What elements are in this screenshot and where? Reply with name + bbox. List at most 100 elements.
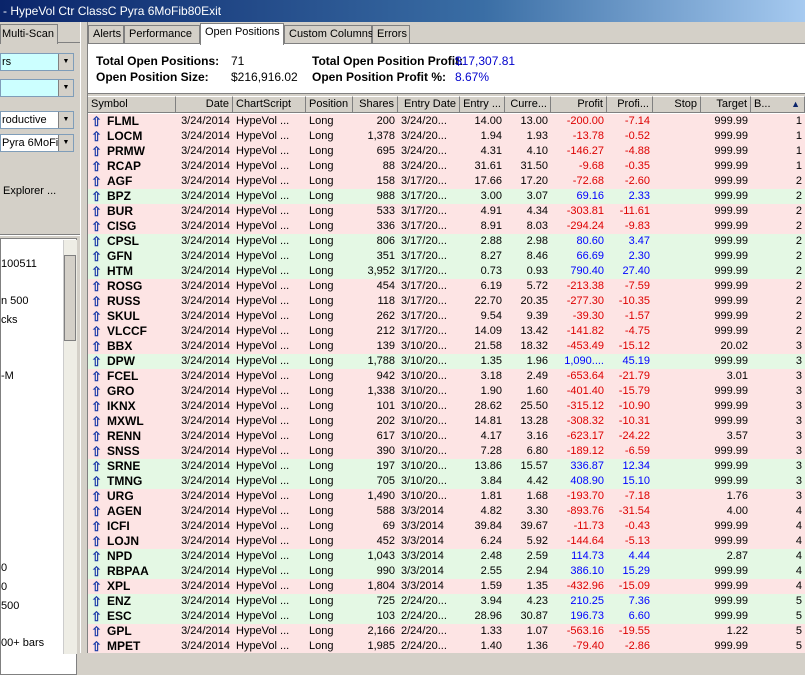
tab-multi-scan[interactable]: Multi-Scan (0, 24, 58, 44)
table-row[interactable]: ⇧ MXWL 3/24/2014 HypeVol ... Long 202 3/10/20.… (88, 414, 805, 429)
dataset-combo[interactable]: rs ▼ (0, 53, 74, 71)
list-item[interactable]: 500 (1, 600, 19, 612)
chevron-down-icon[interactable]: ▼ (58, 135, 73, 151)
table-row[interactable]: ⇧ SKUL 3/24/2014 HypeVol ... Long 262 3/17/20.… (88, 309, 805, 324)
current-price-header[interactable]: Curre... (505, 96, 551, 113)
table-row[interactable]: ⇧ RBPAA 3/24/2014 HypeVol ... Long 990 3/3/201… (88, 564, 805, 579)
profit-pct-value: 8.67% (455, 70, 490, 84)
table-row[interactable]: ⇧ ESC 3/24/2014 HypeVol ... Long 103 2/24/20..… (88, 609, 805, 624)
splitter[interactable] (80, 22, 88, 653)
chartscript-header[interactable]: ChartScript (233, 96, 306, 113)
position-cell: Long (309, 490, 334, 502)
entry-price-cell: 1.94 (480, 130, 502, 142)
position-cell: Long (309, 550, 334, 562)
stop-cell (653, 489, 701, 504)
shares-cell: 1,043 (367, 550, 395, 562)
table-row[interactable]: ⇧ BUR 3/24/2014 HypeVol ... Long 533 3/17/20..… (88, 204, 805, 219)
tab-custom-columns[interactable]: Custom Columns (284, 25, 373, 44)
table-row[interactable]: ⇧ DPW 3/24/2014 HypeVol ... Long 1,788 3/10/20… (88, 354, 805, 369)
profit-pct-cell: 15.10 (622, 475, 650, 487)
tab-open-positions[interactable]: Open Positions (200, 23, 284, 45)
scale-combo[interactable]: ▼ (0, 79, 74, 97)
table-row[interactable]: ⇧ BBX 3/24/2014 HypeVol ... Long 139 3/10/20..… (88, 339, 805, 354)
scrollbar-thumb[interactable] (64, 255, 76, 341)
profit-pct-header[interactable]: Profi... (607, 96, 653, 113)
table-row[interactable]: ⇧ CISG 3/24/2014 HypeVol ... Long 336 3/17/20.… (88, 219, 805, 234)
table-row[interactable]: ⇧ ROSG 3/24/2014 HypeVol ... Long 454 3/17/20.… (88, 279, 805, 294)
table-row[interactable]: ⇧ LOJN 3/24/2014 HypeVol ... Long 452 3/3/2014… (88, 534, 805, 549)
current-price-cell: 1.36 (526, 640, 548, 652)
table-row[interactable]: ⇧ VLCCF 3/24/2014 HypeVol ... Long 212 3/17/20… (88, 324, 805, 339)
entry-price-header[interactable]: Entry ... (460, 96, 505, 113)
entry-date-cell: 2/24/20... (401, 640, 447, 652)
table-row[interactable]: ⇧ RENN 3/24/2014 HypeVol ... Long 617 3/10/20.… (88, 429, 805, 444)
position-size-combo[interactable]: roductive ▼ (0, 111, 74, 129)
table-row[interactable]: ⇧ RUSS 3/24/2014 HypeVol ... Long 118 3/17/20.… (88, 294, 805, 309)
list-item[interactable]: 0 (1, 562, 7, 574)
table-row[interactable]: ⇧ AGF 3/24/2014 HypeVol ... Long 158 3/17/20..… (88, 174, 805, 189)
tab-performance[interactable]: Performance (124, 25, 200, 44)
table-row[interactable]: ⇧ BPZ 3/24/2014 HypeVol ... Long 988 3/17/20..… (88, 189, 805, 204)
profit-header[interactable]: Profit (551, 96, 607, 113)
entry-date-cell: 3/10/20... (401, 385, 447, 397)
position-cell: Long (309, 265, 334, 277)
table-row[interactable]: ⇧ URG 3/24/2014 HypeVol ... Long 1,490 3/10/20… (88, 489, 805, 504)
position-header[interactable]: Position (306, 96, 353, 113)
shares-cell: 197 (376, 460, 395, 472)
table-row[interactable]: ⇧ PRMW 3/24/2014 HypeVol ... Long 695 3/24/20.… (88, 144, 805, 159)
symbol-cell: FLML (107, 114, 139, 128)
profit-pct-cell: -0.43 (624, 520, 650, 532)
list-item[interactable]: 100511 (1, 258, 37, 270)
table-row[interactable]: ⇧ GPL 3/24/2014 HypeVol ... Long 2,166 2/24/20… (88, 624, 805, 639)
table-row[interactable]: ⇧ GFN 3/24/2014 HypeVol ... Long 351 3/17/20..… (88, 249, 805, 264)
list-item[interactable]: -M (1, 370, 14, 382)
target-header[interactable]: Target (701, 96, 751, 113)
table-row[interactable]: ⇧ IKNX 3/24/2014 HypeVol ... Long 101 3/10/20.… (88, 399, 805, 414)
chevron-down-icon[interactable]: ▼ (58, 80, 73, 96)
date-header[interactable]: Date (176, 96, 233, 113)
strategy-combo[interactable]: Pyra 6MoFib ▼ (0, 134, 74, 152)
table-row[interactable]: ⇧ RCAP 3/24/2014 HypeVol ... Long 88 3/24/20..… (88, 159, 805, 174)
table-row[interactable]: ⇧ FCEL 3/24/2014 HypeVol ... Long 942 3/10/20.… (88, 369, 805, 384)
date-cell: 3/24/2014 (181, 355, 230, 367)
table-row[interactable]: ⇧ CPSL 3/24/2014 HypeVol ... Long 806 3/17/20.… (88, 234, 805, 249)
profit-pct-cell: -0.52 (624, 130, 650, 142)
chevron-down-icon[interactable]: ▼ (58, 112, 73, 128)
chartscript-cell: HypeVol ... (236, 460, 290, 472)
table-row[interactable]: ⇧ LOCM 3/24/2014 HypeVol ... Long 1,378 3/24/2… (88, 129, 805, 144)
column-label: Entry ... (463, 98, 501, 110)
list-item[interactable]: cks (1, 314, 18, 326)
explorer-button[interactable]: Explorer ... (0, 182, 66, 202)
table-row[interactable]: ⇧ AGEN 3/24/2014 HypeVol ... Long 588 3/3/2014… (88, 504, 805, 519)
table-row[interactable]: ⇧ XPL 3/24/2014 HypeVol ... Long 1,804 3/3/201… (88, 579, 805, 594)
list-item[interactable]: n 500 (1, 295, 29, 307)
positions-table[interactable]: Symbol Date ChartScript Position Shares Entry… (88, 96, 805, 653)
profit-cell: -294.24 (566, 220, 604, 232)
profit-pct-cell: -10.90 (618, 400, 650, 412)
table-row[interactable]: ⇧ TMNG 3/24/2014 HypeVol ... Long 705 3/10/20.… (88, 474, 805, 489)
list-item[interactable]: 0 (1, 581, 7, 593)
table-row[interactable]: ⇧ GRO 3/24/2014 HypeVol ... Long 1,338 3/10/20… (88, 384, 805, 399)
symbol-header[interactable]: Symbol (88, 96, 176, 113)
stop-header[interactable]: Stop (653, 96, 701, 113)
chevron-down-icon[interactable]: ▼ (58, 54, 73, 70)
tab-alerts[interactable]: Alerts (88, 25, 124, 44)
bars-header[interactable]: B... ▲ (751, 96, 805, 113)
sort-ascending-icon[interactable]: ▲ (791, 97, 800, 112)
table-row[interactable]: ⇧ HTM 3/24/2014 HypeVol ... Long 3,952 3/17/20… (88, 264, 805, 279)
profit-pct-cell: 6.60 (628, 610, 650, 622)
entry-price-cell: 31.61 (474, 160, 502, 172)
list-item[interactable]: 00+ bars (1, 637, 44, 649)
table-row[interactable]: ⇧ MPET 3/24/2014 HypeVol ... Long 1,985 2/24/2… (88, 639, 805, 653)
shares-header[interactable]: Shares (353, 96, 398, 113)
table-row[interactable]: ⇧ ENZ 3/24/2014 HypeVol ... Long 725 2/24/20..… (88, 594, 805, 609)
entry-date-header[interactable]: Entry Date (398, 96, 460, 113)
tab-errors[interactable]: Errors (372, 25, 410, 44)
table-row[interactable]: ⇧ SRNE 3/24/2014 HypeVol ... Long 197 3/10/20.… (88, 459, 805, 474)
entry-price-cell: 14.09 (474, 325, 502, 337)
table-row[interactable]: ⇧ NPD 3/24/2014 HypeVol ... Long 1,043 3/3/201… (88, 549, 805, 564)
table-row[interactable]: ⇧ FLML 3/24/2014 HypeVol ... Long 200 3/24/20.… (88, 114, 805, 129)
table-row[interactable]: ⇧ SNSS 3/24/2014 HypeVol ... Long 390 3/10/20.… (88, 444, 805, 459)
table-row[interactable]: ⇧ ICFI 3/24/2014 HypeVol ... Long 69 3/3/2014 3… (88, 519, 805, 534)
shares-cell: 988 (376, 190, 395, 202)
